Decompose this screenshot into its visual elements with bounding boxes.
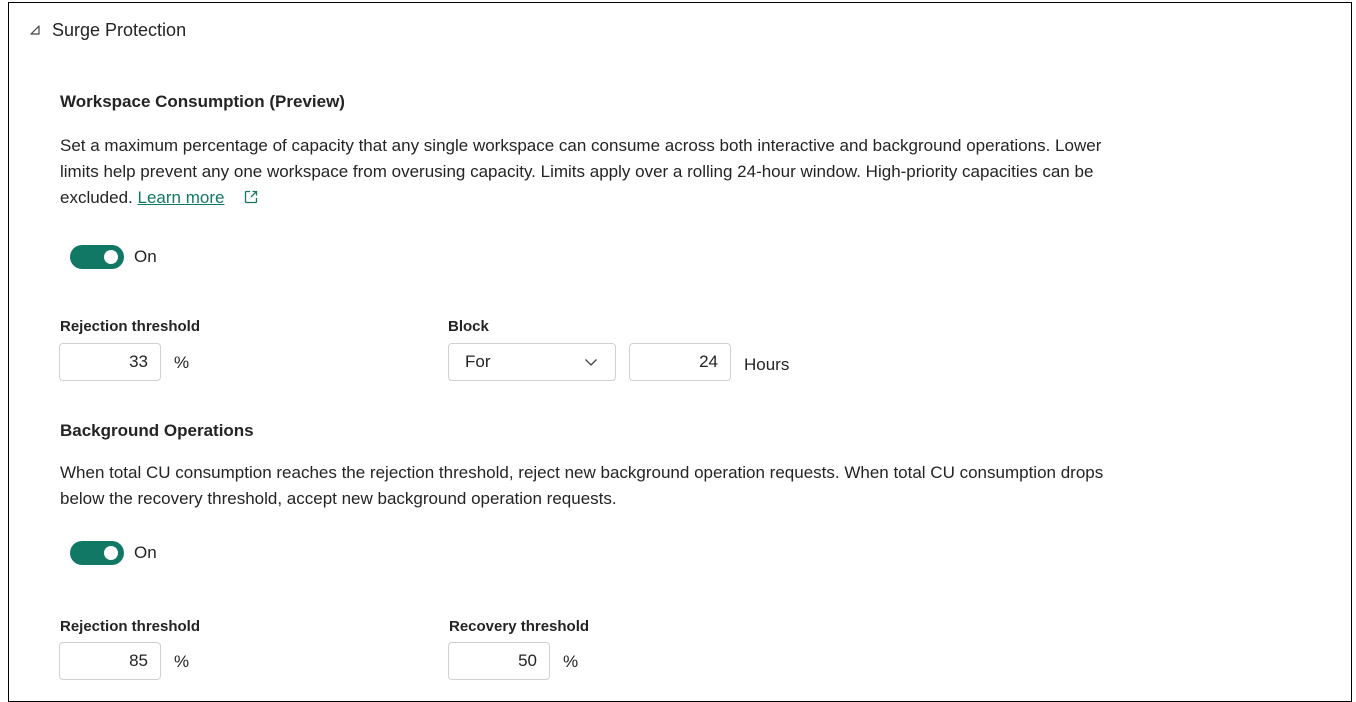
- surge-protection-header[interactable]: Surge Protection: [28, 18, 186, 42]
- workspace-consumption-description: Set a maximum percentage of capacity tha…: [60, 133, 1120, 211]
- collapse-triangle-icon[interactable]: [28, 23, 42, 37]
- learn-more-link[interactable]: Learn more: [138, 188, 225, 207]
- section-title: Surge Protection: [52, 19, 187, 40]
- background-operations-description: When total CU consumption reaches the re…: [60, 463, 1104, 508]
- toggle-knob: [104, 250, 118, 264]
- block-duration-select[interactable]: For: [448, 343, 616, 381]
- background-rejection-threshold-input[interactable]: [59, 642, 161, 680]
- background-rejection-threshold-label: Rejection threshold: [60, 618, 201, 635]
- background-operations-toggle[interactable]: [70, 541, 124, 565]
- background-operations-heading: Background Operations: [60, 421, 254, 440]
- workspace-rejection-threshold-input[interactable]: [59, 343, 161, 381]
- recovery-threshold-input[interactable]: [448, 642, 550, 680]
- workspace-consumption-toggle-row: On: [70, 245, 157, 269]
- block-label: Block: [448, 318, 489, 335]
- recovery-threshold-label: Recovery threshold: [449, 618, 590, 635]
- workspace-rejection-threshold-label: Rejection threshold: [60, 318, 201, 335]
- external-link-icon[interactable]: [243, 187, 259, 204]
- block-hours-unit: Hours: [744, 355, 790, 374]
- workspace-consumption-heading: Workspace Consumption (Preview): [60, 92, 345, 111]
- toggle-knob: [104, 546, 118, 560]
- background-toggle-label: On: [134, 543, 157, 562]
- block-select-value: For: [465, 352, 491, 371]
- workspace-rejection-unit: %: [174, 353, 190, 372]
- workspace-toggle-label: On: [134, 247, 157, 266]
- chevron-down-icon: [583, 354, 599, 370]
- background-operations-toggle-row: On: [70, 541, 157, 565]
- background-rejection-unit: %: [174, 652, 190, 671]
- block-hours-input[interactable]: [629, 343, 731, 381]
- recovery-unit: %: [563, 652, 579, 671]
- workspace-consumption-toggle[interactable]: [70, 245, 124, 269]
